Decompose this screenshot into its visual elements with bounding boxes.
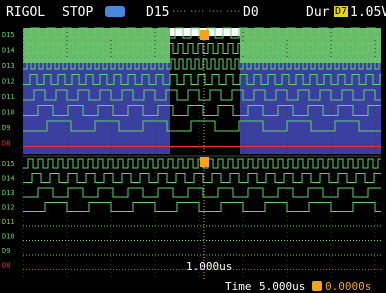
oscilloscope-screen: RIGOL STOP D15 ···· ···· ···· ···· D0 Du… [0,0,386,293]
trigger-marker-lower [200,157,209,167]
lower-label-d13: D13 [2,189,15,197]
upper-label-d11: D11 [2,93,15,101]
upper-label-d13: D13 [2,62,15,70]
lower-label-d14: D14 [2,175,15,183]
trigger-marker-upper [200,30,209,40]
lower-label-d12: D12 [2,204,15,212]
timebase-label: Time [225,280,252,293]
lower-label-d15: D15 [2,160,15,168]
timebase-value[interactable]: 5.000us [259,280,305,293]
lower-trace-d14 [23,173,381,183]
lower-label-d10: D10 [2,233,15,241]
lower-label-d11: D11 [2,218,15,226]
delay-value[interactable]: 0.0000s [325,280,371,293]
delay-arrow-icon [312,281,322,291]
upper-label-d12: D12 [2,78,15,86]
timebase-bar: Time 5.000us 0.0000s [0,280,386,293]
upper-label-d9: D9 [2,124,10,132]
memory-window [170,28,240,154]
lower-label-d9: D9 [2,247,10,255]
upper-label-d14: D14 [2,47,15,55]
upper-label-d15: D15 [2,31,15,39]
waveform-area: D15 D14 D13 D12 D11 D10 D9 D8 D15 D14 D13 D12 D11 D10… [2,27,381,280]
lower-trace-d12 [23,202,381,212]
upper-label-d8: D8 [2,140,10,148]
upper-label-d10: D10 [2,109,15,117]
cursor-readout: 1.000us [186,260,232,273]
lower-trace-d13 [23,187,381,198]
lower-label-d8: D8 [2,262,10,270]
